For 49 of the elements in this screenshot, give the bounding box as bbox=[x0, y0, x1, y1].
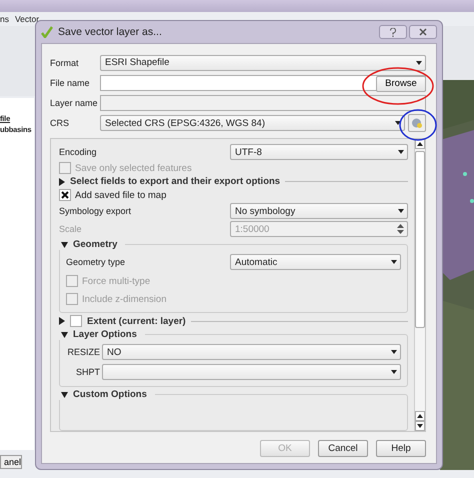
section-header[interactable]: Extent (current: layer) bbox=[59, 315, 186, 327]
dialog-button[interactable]: Help bbox=[376, 440, 426, 457]
dropdown-arrow-icon bbox=[395, 121, 401, 125]
group-header[interactable]: Layer Options bbox=[59, 329, 145, 340]
cross-icon bbox=[61, 191, 69, 199]
field-label: CRS bbox=[50, 118, 70, 128]
help-icon[interactable] bbox=[379, 25, 407, 39]
menu-item[interactable]: Vector bbox=[14, 14, 40, 26]
dropdown[interactable]: ESRI Shapefile bbox=[100, 54, 426, 70]
group-header[interactable]: Custom Options bbox=[59, 389, 155, 400]
dropdown-arrow-icon bbox=[398, 150, 404, 154]
expanded-arrow-icon bbox=[61, 392, 68, 398]
menu-item[interactable]: ns bbox=[0, 14, 9, 26]
field-label: Scale bbox=[59, 224, 83, 234]
dropdown[interactable]: UTF-8 bbox=[230, 144, 408, 160]
close-icon[interactable] bbox=[409, 25, 437, 39]
dropdown-arrow-icon bbox=[391, 260, 397, 264]
section-header[interactable]: Select fields to export and their export options bbox=[59, 176, 280, 187]
scrollbar[interactable] bbox=[414, 139, 425, 431]
app-icon bbox=[41, 26, 53, 38]
checkbox[interactable]: Add saved file to map bbox=[59, 189, 408, 201]
field-label: Encoding bbox=[59, 147, 98, 157]
browse-button[interactable]: Browse bbox=[376, 76, 426, 92]
field-label: Symbology export bbox=[59, 206, 132, 216]
field-label: SHPT bbox=[74, 367, 100, 377]
expanded-arrow-icon bbox=[61, 332, 68, 338]
group-header[interactable]: Geometry bbox=[59, 239, 126, 250]
dropdown-arrow-icon bbox=[416, 60, 422, 64]
field-label: Format bbox=[50, 58, 80, 68]
dropdown[interactable]: NO bbox=[102, 344, 401, 360]
field-label: File name bbox=[50, 78, 91, 88]
collapsed-arrow-icon bbox=[59, 178, 65, 186]
dropdown[interactable]: No symbology bbox=[230, 203, 408, 219]
dropdown[interactable]: Automatic bbox=[230, 254, 401, 270]
field-label: Layer name bbox=[50, 98, 98, 108]
dialog-button[interactable]: Cancel bbox=[318, 440, 368, 457]
dropdown-arrow-icon bbox=[398, 209, 404, 213]
scroll-up-button[interactable] bbox=[415, 411, 425, 421]
file-name-field[interactable]: Browse bbox=[100, 74, 426, 90]
field-label: Geometry type bbox=[66, 257, 126, 267]
panel-tab[interactable]: anel bbox=[0, 455, 22, 469]
expanded-arrow-icon bbox=[61, 242, 68, 248]
collapsed-arrow-icon bbox=[59, 317, 65, 325]
window-title: Save vector layer as... bbox=[58, 26, 162, 38]
dropdown-arrow-icon bbox=[391, 350, 397, 354]
dropdown-arrow-icon bbox=[391, 370, 397, 374]
field-label: RESIZE bbox=[66, 347, 100, 357]
dropdown[interactable]: Selected CRS (EPSG:4326, WGS 84) bbox=[100, 115, 405, 131]
scroll-down-button[interactable] bbox=[415, 421, 425, 431]
